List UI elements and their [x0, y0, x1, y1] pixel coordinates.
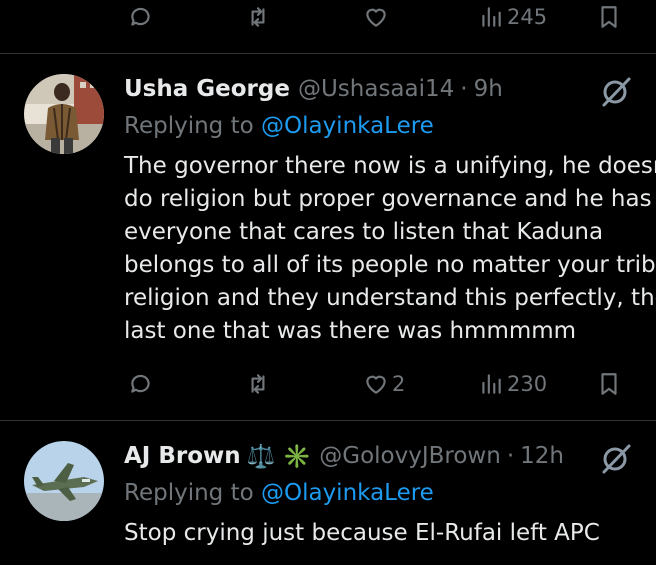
user-handle[interactable]: @Ushasaai14 — [298, 76, 454, 102]
text-line: last one that was there was hmmmmm — [124, 318, 577, 344]
tweet-header: Usha George @Ushasaai14 · 9h — [124, 73, 656, 105]
profile-badges: ⚖️ ✳️ — [246, 443, 312, 470]
grok-icon — [602, 77, 631, 107]
text-line: religion and they understand this perfec… — [124, 285, 656, 311]
tweet-action-bar: 2 230 — [0, 364, 656, 404]
text-line: The governor there now is a unifying, he… — [124, 153, 656, 179]
tweet-text: Stop crying just because El-Rufai left A… — [124, 517, 656, 550]
like-button[interactable]: 2 — [363, 364, 405, 404]
retweet-icon — [251, 7, 265, 27]
views-icon — [482, 374, 501, 394]
reply-button[interactable] — [128, 0, 157, 37]
retweet-button[interactable] — [245, 0, 274, 37]
retweet-icon — [251, 374, 265, 394]
like-button[interactable] — [363, 0, 392, 37]
display-name[interactable]: Usha George — [124, 76, 290, 102]
reply-icon — [131, 374, 150, 393]
text-line: belongs to all of its people no matter y… — [124, 252, 656, 278]
separator-dot: · — [460, 76, 468, 102]
user-handle[interactable]: @GolovyJBrown — [319, 443, 501, 469]
timestamp[interactable]: 9h — [474, 76, 503, 102]
grok-icon — [602, 444, 631, 474]
replying-to: Replying to @OlayinkaLere — [124, 480, 434, 506]
replying-to-handle[interactable]: @OlayinkaLere — [261, 113, 434, 139]
views-icon — [482, 7, 501, 27]
avatar[interactable] — [24, 441, 104, 521]
text-line: do religion but proper governance and he… — [124, 186, 656, 212]
bookmark-icon — [601, 373, 617, 395]
tweet[interactable]: AJ Brown ⚖️ ✳️ @GolovyJBrown · 12h Reply… — [0, 421, 656, 565]
text-line: Stop crying just because El-Rufai left A… — [124, 520, 600, 546]
bookmark-button[interactable] — [596, 364, 622, 404]
bookmark-button[interactable] — [596, 0, 622, 37]
heart-icon — [366, 375, 386, 394]
views-count: 230 — [507, 372, 548, 396]
tweet-header: AJ Brown ⚖️ ✳️ @GolovyJBrown · 12h — [124, 440, 656, 472]
like-count: 2 — [392, 372, 406, 396]
separator-dot: · — [506, 443, 515, 469]
replying-to: Replying to @OlayinkaLere — [124, 113, 434, 139]
display-name[interactable]: AJ Brown — [124, 443, 241, 469]
more-options-button[interactable] — [598, 74, 634, 110]
replying-to-label: Replying to — [124, 113, 254, 139]
reply-button[interactable] — [128, 364, 157, 404]
text-line: everyone that cares to listen that Kadun… — [124, 219, 604, 245]
views-button[interactable]: 245 — [478, 0, 547, 37]
reply-icon — [131, 7, 150, 26]
tweet-text: The governor there now is a unifying, he… — [124, 150, 656, 348]
tweet[interactable]: Usha George @Ushasaai14 · 9h Replying to… — [0, 54, 656, 420]
avatar[interactable] — [24, 74, 104, 154]
replying-to-label: Replying to — [124, 480, 254, 506]
top-action-bar: 245 — [0, 0, 656, 37]
heart-icon — [366, 8, 386, 27]
retweet-button[interactable] — [245, 364, 274, 404]
replying-to-handle[interactable]: @OlayinkaLere — [261, 480, 434, 506]
views-button[interactable]: 230 — [478, 364, 547, 404]
timestamp[interactable]: 12h — [520, 443, 564, 469]
views-count: 245 — [507, 5, 548, 29]
bookmark-icon — [601, 6, 617, 28]
more-options-button[interactable] — [598, 441, 634, 477]
